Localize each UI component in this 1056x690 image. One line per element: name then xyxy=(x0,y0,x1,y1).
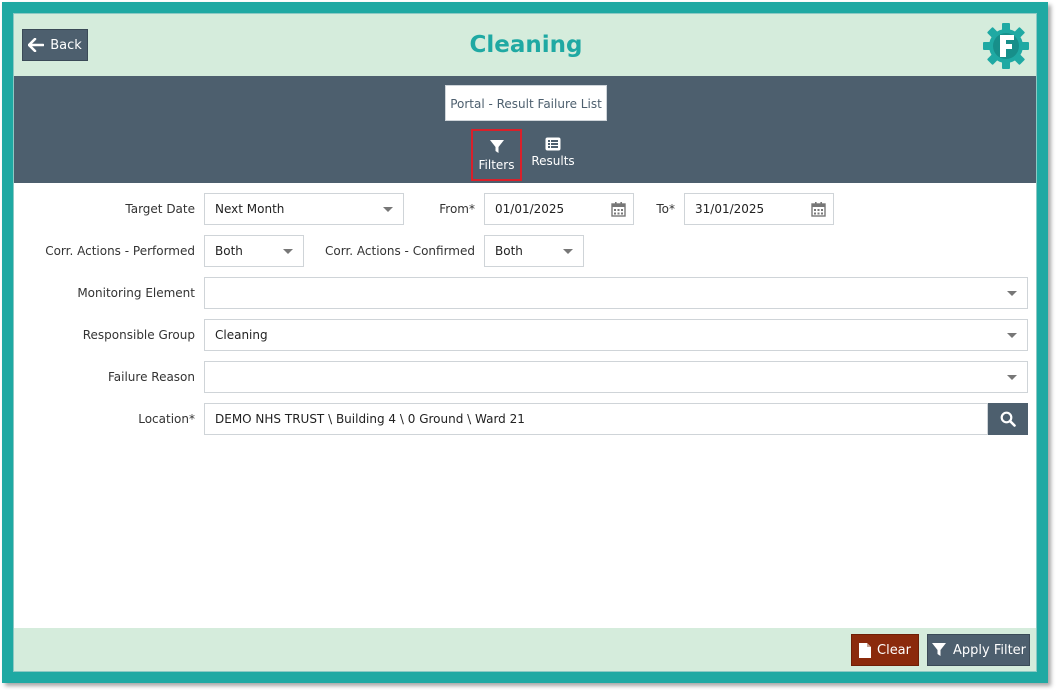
tab-results-label: Results xyxy=(531,154,575,168)
apply-filter-button[interactable]: Apply Filter xyxy=(927,634,1030,666)
tab-filters[interactable]: Filters xyxy=(471,129,522,181)
funnel-icon xyxy=(931,643,946,656)
clear-button-label: Clear xyxy=(877,642,911,658)
list-icon xyxy=(545,137,561,151)
header-bar: Cleaning Back xyxy=(14,14,1036,76)
corr-performed-select[interactable]: Both xyxy=(204,235,304,267)
failure-reason-select[interactable] xyxy=(204,361,1028,393)
responsible-group-value: Cleaning xyxy=(215,328,268,342)
to-date-label: To* xyxy=(656,202,675,216)
arrow-left-icon xyxy=(28,38,45,52)
to-date-input[interactable]: 31/01/2025 xyxy=(684,193,834,225)
corr-confirmed-select[interactable]: Both xyxy=(484,235,584,267)
chevron-down-icon xyxy=(1007,375,1017,380)
failure-reason-label: Failure Reason xyxy=(107,370,195,384)
page-title: Cleaning xyxy=(469,32,583,58)
corr-confirmed-value: Both xyxy=(495,244,523,258)
from-date-value: 01/01/2025 xyxy=(495,202,565,216)
chevron-down-icon xyxy=(563,249,573,254)
app-logo-gear-icon xyxy=(983,23,1029,69)
location-label: Location* xyxy=(138,412,195,426)
from-date-label: From* xyxy=(439,202,475,216)
corr-performed-label: Corr. Actions - Performed xyxy=(45,244,195,258)
target-date-value: Next Month xyxy=(215,202,285,216)
app-frame: Cleaning Back Portal - Result Failure Li… xyxy=(2,2,1048,683)
calendar-icon[interactable] xyxy=(811,202,826,217)
chevron-down-icon xyxy=(383,207,393,212)
from-date-input[interactable]: 01/01/2025 xyxy=(484,193,634,225)
back-button[interactable]: Back xyxy=(22,29,88,61)
chevron-down-icon xyxy=(1007,291,1017,296)
footer-bar: Clear Apply Filter xyxy=(14,628,1036,671)
responsible-group-label: Responsible Group xyxy=(82,328,195,342)
target-date-label: Target Date xyxy=(125,202,195,216)
location-input[interactable]: DEMO NHS TRUST \ Building 4 \ 0 Ground \… xyxy=(204,403,988,435)
file-icon xyxy=(859,642,871,658)
chevron-down-icon xyxy=(283,249,293,254)
app-window: Cleaning Back Portal - Result Failure Li… xyxy=(13,13,1037,672)
portal-title: Portal - Result Failure List xyxy=(445,85,607,121)
monitoring-element-select[interactable] xyxy=(204,277,1028,309)
tab-filters-label: Filters xyxy=(478,158,515,172)
target-date-select[interactable]: Next Month xyxy=(204,193,404,225)
corr-performed-value: Both xyxy=(215,244,243,258)
funnel-icon xyxy=(489,140,504,153)
toolbar: Portal - Result Failure List Filters Res… xyxy=(14,76,1036,183)
clear-button[interactable]: Clear xyxy=(851,634,919,666)
corr-confirmed-label: Corr. Actions - Confirmed xyxy=(325,244,475,258)
apply-filter-label: Apply Filter xyxy=(952,642,1027,658)
to-date-value: 31/01/2025 xyxy=(695,202,765,216)
responsible-group-select[interactable]: Cleaning xyxy=(204,319,1028,351)
location-value: DEMO NHS TRUST \ Building 4 \ 0 Ground \… xyxy=(215,412,525,426)
calendar-icon[interactable] xyxy=(611,202,626,217)
tab-results[interactable]: Results xyxy=(527,129,579,181)
chevron-down-icon xyxy=(1007,333,1017,338)
back-button-label: Back xyxy=(50,37,82,53)
monitoring-element-label: Monitoring Element xyxy=(77,286,195,300)
location-search-button[interactable] xyxy=(988,403,1028,435)
search-icon xyxy=(1000,411,1016,427)
